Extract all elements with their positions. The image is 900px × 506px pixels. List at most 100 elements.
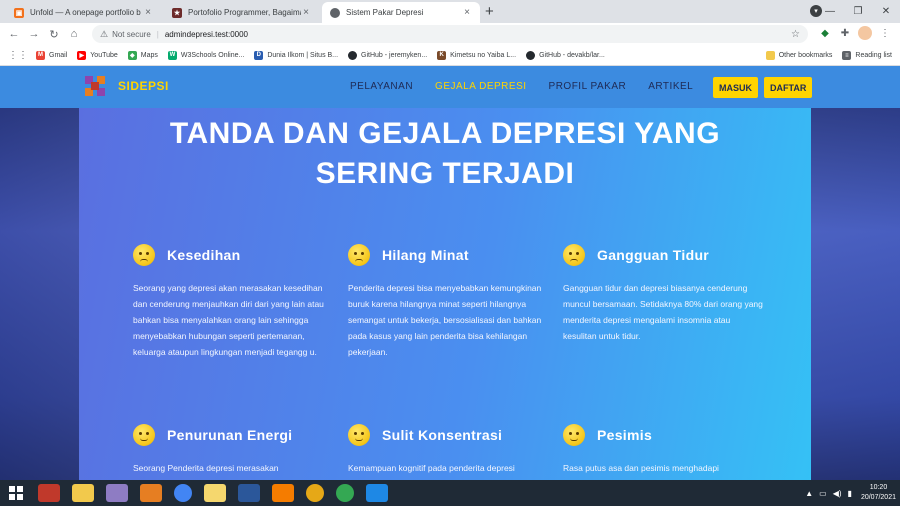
tab-title: Portofolio Programmer, Bagaima: [188, 8, 301, 17]
bookmark-w3schools[interactable]: W W3Schools Online...: [167, 50, 244, 60]
browser-tab-strip: ▣ Unfold — A onepage portfolio b × ★ Por…: [0, 0, 900, 23]
address-separator: |: [156, 29, 159, 39]
card-text: Kemampuan kognitif pada penderita depres…: [348, 463, 515, 473]
card-text: Gangguan tidur dan depresi biasanya cend…: [563, 283, 763, 341]
main-nav: PELAYANAN GEJALA DEPRESI PROFIL PAKAR AR…: [350, 81, 693, 92]
nav-gejala-depresi[interactable]: GEJALA DEPRESI: [435, 81, 526, 92]
maximize-icon[interactable]: ❐: [844, 6, 872, 17]
book-app-icon[interactable]: [38, 484, 60, 502]
symptom-card: Penurunan Energi Seorang Penderita depre…: [133, 424, 333, 476]
symptom-card: Pesimis Rasa putus asa dan pesimis mengh…: [563, 424, 763, 476]
sublime-text-icon[interactable]: [140, 484, 162, 502]
word-icon[interactable]: [238, 484, 260, 502]
url-text[interactable]: admindepresi.test:0000: [165, 30, 248, 39]
folder-icon[interactable]: [204, 484, 226, 502]
github-icon: [348, 50, 358, 60]
confused-face-icon: [348, 424, 370, 446]
nav-profil-pakar[interactable]: PROFIL PAKAR: [549, 81, 627, 92]
apps-icon[interactable]: ⋮⋮: [8, 50, 28, 61]
pensive-face-icon: [563, 424, 585, 446]
vpn-icon[interactable]: [306, 484, 324, 502]
bookmark-kimetsu[interactable]: K Kimetsu no Yaiba L...: [437, 50, 516, 60]
bookmark-github-jeremy[interactable]: GitHub - jeremyken...: [348, 50, 427, 60]
home-icon[interactable]: ⌂: [64, 28, 84, 40]
unamused-face-icon: [348, 244, 370, 266]
bookmarks-right: Other bookmarks ≡ Reading list: [765, 45, 892, 66]
globe-favicon-icon: [330, 7, 340, 18]
web-page: SIDEPSI PELAYANAN GEJALA DEPRESI PROFIL …: [0, 66, 900, 480]
bookmark-gmail[interactable]: M Gmail: [36, 50, 67, 60]
network-icon[interactable]: ▭: [819, 489, 827, 498]
tired-face-icon: [133, 424, 155, 446]
clock-time: 10:20: [869, 484, 888, 491]
portfolio-favicon-icon: ★: [172, 7, 182, 18]
forward-icon[interactable]: →: [24, 28, 44, 40]
card-title: Gangguan Tidur: [597, 247, 710, 263]
register-button[interactable]: DAFTAR: [764, 77, 813, 98]
symptom-card: Hilang Minat Penderita depresi bisa meny…: [348, 244, 548, 360]
card-title: Hilang Minat: [382, 247, 469, 263]
sidepsi-logo-icon[interactable]: [85, 76, 105, 96]
avatar[interactable]: [858, 26, 872, 40]
chrome-icon[interactable]: [174, 484, 192, 502]
card-text: Rasa putus asa dan pesimis menghadapi: [563, 463, 719, 473]
menu-kebab-icon[interactable]: ⋮: [878, 26, 892, 40]
close-window-icon[interactable]: ✕: [872, 6, 900, 17]
security-label[interactable]: Not secure: [112, 30, 151, 39]
page-title: TANDA DAN GEJALA DEPRESI YANG SERING TER…: [169, 117, 721, 190]
sleepy-face-icon: [563, 244, 585, 266]
card-text: Seorang Penderita depresi merasakan: [133, 463, 279, 473]
browser-tab-portofolio[interactable]: ★ Portofolio Programmer, Bagaima ×: [164, 2, 319, 23]
file-explorer-icon[interactable]: [72, 484, 94, 502]
card-title: Penurunan Energi: [167, 427, 293, 443]
chevron-up-icon[interactable]: ▲: [805, 489, 813, 498]
minimize-icon[interactable]: —: [816, 6, 844, 17]
reload-icon[interactable]: ↻: [44, 28, 64, 41]
folder-icon: [765, 51, 775, 60]
clock[interactable]: 10:20 20/07/2021: [861, 483, 896, 503]
bookmark-other[interactable]: Other bookmarks: [765, 51, 832, 60]
chrome-profile-icon[interactable]: [336, 484, 354, 502]
new-tab-button[interactable]: +: [485, 3, 494, 20]
extension-icon[interactable]: ◆: [818, 26, 832, 40]
xampp-icon[interactable]: [272, 484, 294, 502]
close-tab-icon[interactable]: ×: [462, 7, 472, 18]
nav-artikel[interactable]: ARTIKEL: [648, 81, 693, 92]
app-icon[interactable]: [366, 484, 388, 502]
browser-tab-sistem-pakar[interactable]: Sistem Pakar Depresi ×: [322, 2, 480, 23]
volume-icon[interactable]: ◀): [833, 489, 842, 498]
warning-icon[interactable]: ⚠: [100, 29, 108, 40]
browser-tab-unfold[interactable]: ▣ Unfold — A onepage portfolio b ×: [6, 2, 161, 23]
crying-face-icon: [133, 244, 155, 266]
address-bar[interactable]: ⚠ Not secure | admindepresi.test:0000 ☆: [92, 25, 808, 43]
symptom-card: Gangguan Tidur Gangguan tidur dan depres…: [563, 244, 763, 344]
toolbar-extensions: ◆ ✚ ⋮: [818, 26, 892, 40]
close-tab-icon[interactable]: ×: [143, 7, 153, 18]
puzzle-icon[interactable]: ✚: [838, 26, 852, 40]
system-tray: ▲ ▭ ◀) ▮ 10:20 20/07/2021: [802, 480, 896, 506]
w3schools-icon: W: [167, 50, 177, 60]
bookmark-star-icon[interactable]: ☆: [791, 29, 800, 40]
tab-title: Unfold — A onepage portfolio b: [30, 8, 141, 17]
bookmark-github-devakb[interactable]: GitHub - devakb/lar...: [526, 50, 605, 60]
windows-start-icon[interactable]: [0, 480, 32, 506]
login-button[interactable]: MASUK: [713, 77, 758, 98]
battery-icon[interactable]: ▮: [848, 489, 852, 498]
bookmark-maps[interactable]: ◆ Maps: [127, 50, 158, 60]
back-icon[interactable]: ←: [4, 28, 24, 40]
nav-pelayanan[interactable]: PELAYANAN: [350, 81, 413, 92]
paint-icon[interactable]: [106, 484, 128, 502]
close-tab-icon[interactable]: ×: [301, 7, 311, 18]
brand-name[interactable]: SIDEPSI: [118, 79, 169, 93]
card-title: Sulit Konsentrasi: [382, 427, 503, 443]
kimetsu-icon: K: [437, 50, 447, 60]
card-text: Penderita depresi bisa menyebabkan kemun…: [348, 283, 542, 357]
symptom-card: Sulit Konsentrasi Kemampuan kognitif pad…: [348, 424, 548, 476]
bookmark-reading-list[interactable]: ≡ Reading list: [842, 51, 892, 60]
maps-icon: ◆: [127, 50, 137, 60]
window-controls: — ❐ ✕: [816, 0, 900, 23]
duniailkom-icon: D: [254, 50, 264, 60]
bookmark-youtube[interactable]: ▶ YouTube: [77, 50, 118, 60]
bookmark-duniailkom[interactable]: D Dunia Ilkom | Situs B...: [254, 50, 338, 60]
clock-date: 20/07/2021: [860, 494, 896, 501]
